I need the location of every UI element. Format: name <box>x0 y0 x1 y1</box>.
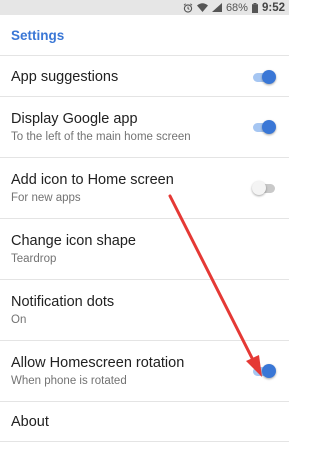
signal-icon <box>211 3 222 12</box>
status-bar: 68% 9:52 <box>0 0 289 15</box>
setting-notification-dots[interactable]: Notification dots On <box>0 280 289 341</box>
setting-title: Change icon shape <box>11 232 136 249</box>
page-title: Settings <box>11 27 65 43</box>
toggle-thumb <box>252 181 266 195</box>
setting-about[interactable]: About <box>0 402 289 442</box>
status-time: 9:52 <box>261 1 285 14</box>
battery-icon <box>251 2 258 13</box>
setting-change-icon-shape[interactable]: Change icon shape Teardrop <box>0 219 289 280</box>
launcher-settings-screen: 68% 9:52 Settings App suggestions Displa… <box>0 0 289 451</box>
setting-subtitle: To the left of the main home screen <box>11 130 191 143</box>
setting-subtitle: For new apps <box>11 191 81 204</box>
setting-display-google-app[interactable]: Display Google app To the left of the ma… <box>0 97 289 158</box>
app-bar: Settings <box>0 15 289 56</box>
setting-subtitle: When phone is rotated <box>11 374 127 387</box>
setting-title: Add icon to Home screen <box>11 171 174 188</box>
setting-title: About <box>11 413 49 430</box>
add-icon-home-screen-toggle[interactable] <box>252 180 276 196</box>
toggle-thumb <box>262 69 276 84</box>
app-suggestions-toggle[interactable] <box>252 69 276 85</box>
wifi-icon <box>196 3 208 12</box>
setting-title: Allow Homescreen rotation <box>11 354 185 371</box>
setting-app-suggestions[interactable]: App suggestions <box>0 57 289 97</box>
setting-subtitle: Teardrop <box>11 252 57 265</box>
battery-percent: 68% <box>225 1 248 14</box>
setting-allow-homescreen-rotation[interactable]: Allow Homescreen rotation When phone is … <box>0 341 289 402</box>
settings-list: App suggestions Display Google app To th… <box>0 57 289 442</box>
setting-title: Display Google app <box>11 110 138 127</box>
setting-add-icon-home-screen[interactable]: Add icon to Home screen For new apps <box>0 158 289 219</box>
setting-title: Notification dots <box>11 293 115 310</box>
toggle-thumb <box>262 120 276 134</box>
setting-subtitle: On <box>11 313 27 326</box>
setting-title: App suggestions <box>11 68 119 85</box>
display-google-app-toggle[interactable] <box>252 119 276 135</box>
alarm-icon <box>183 2 193 13</box>
allow-homescreen-rotation-toggle[interactable] <box>252 363 276 379</box>
toggle-thumb <box>262 364 276 378</box>
